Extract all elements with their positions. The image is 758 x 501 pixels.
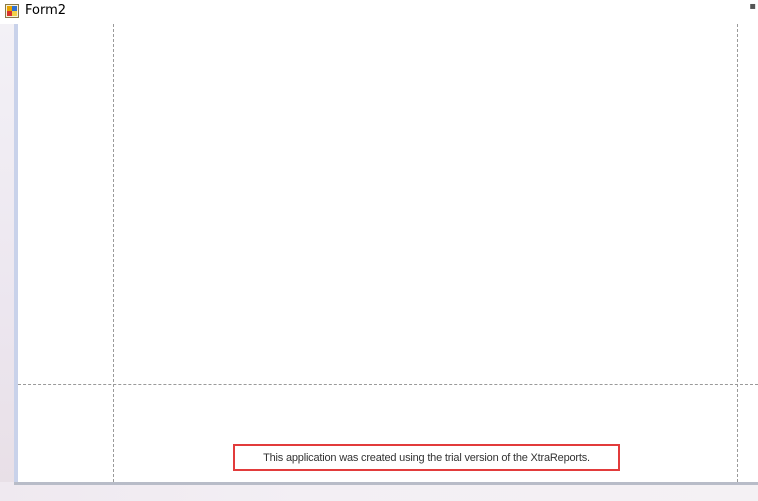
window-title: Form2 xyxy=(25,3,67,18)
right-margin-guide xyxy=(737,24,738,482)
window-frame-left xyxy=(0,24,14,501)
app-icon xyxy=(5,3,19,18)
window-frame-bottom-line xyxy=(14,482,758,485)
title-bar[interactable]: Form2 ▪ xyxy=(0,0,758,24)
form2-window: Form2 ▪ This application was created usi… xyxy=(0,0,758,501)
close-icon[interactable]: ▪ xyxy=(749,2,756,12)
bottom-margin-guide xyxy=(18,384,758,385)
trial-notice-box: This application was created using the t… xyxy=(233,444,620,471)
report-page: This application was created using the t… xyxy=(18,24,758,482)
trial-notice-text: This application was created using the t… xyxy=(263,451,590,464)
left-margin-guide xyxy=(113,24,114,482)
